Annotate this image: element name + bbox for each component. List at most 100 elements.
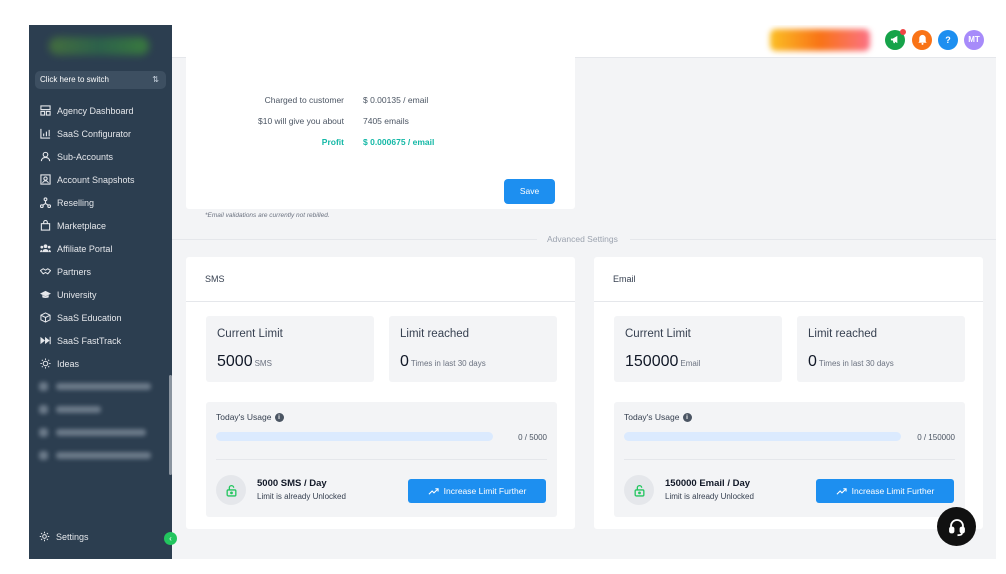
stat-unit: Times in last 30 days (410, 359, 486, 368)
unlock-subtitle: Limit is already Unlocked (257, 492, 346, 501)
account-switcher[interactable]: Click here to switch ⇅ (35, 71, 166, 89)
stat-title: Current Limit (625, 328, 691, 340)
stat-title: Limit reached (400, 328, 470, 340)
sms-panel: SMS Current Limit 5000 SMS Limit reached … (186, 257, 575, 529)
pricing-label: Charged to customer (264, 95, 344, 105)
help-button[interactable]: ? (938, 30, 958, 50)
sidebar-item-reselling[interactable]: Reselling (29, 191, 172, 214)
unlock-subtitle: Limit is already Unlocked (665, 492, 754, 501)
users-icon (39, 243, 51, 255)
agency-logo[interactable] (49, 37, 149, 55)
gear-icon (39, 531, 50, 542)
stat-value: 0 Times in last 30 days (400, 353, 486, 370)
notification-dot (900, 29, 906, 35)
bell-icon (917, 34, 927, 45)
panel-title: SMS (186, 257, 575, 302)
increase-limit-button[interactable]: Increase Limit Further (408, 479, 546, 503)
advanced-settings-divider: Advanced Settings (172, 234, 996, 244)
stat-value: 150000 Email (625, 353, 701, 370)
unlock-icon (624, 475, 654, 505)
sidebar-item-agency-dashboard[interactable]: Agency Dashboard (29, 99, 172, 122)
usage-count: 0 / 150000 (917, 433, 955, 442)
sidebar-item-affiliate-portal[interactable]: Affiliate Portal (29, 237, 172, 260)
sidebar-item-label: Account Snapshots (57, 174, 135, 185)
account-switcher-label: Click here to switch (40, 75, 109, 84)
stat-value: 0 Times in last 30 days (808, 353, 894, 370)
sidebar-item-redacted[interactable] (29, 421, 172, 444)
sidebar-item-label: Agency Dashboard (57, 105, 134, 116)
box-icon (39, 312, 51, 324)
panel-title: Email (594, 257, 983, 302)
sidebar-item-label: Sub-Accounts (57, 151, 114, 162)
stat-unit: Email (680, 359, 701, 368)
sidebar-item-label: Marketplace (57, 220, 107, 231)
save-button[interactable]: Save (504, 179, 555, 204)
todays-usage-card: Today's Usage i 0 / 5000 5000 SMS / Day L… (206, 402, 557, 517)
settings-label: Settings (56, 531, 89, 542)
current-limit-card: Current Limit 5000 SMS (206, 316, 374, 382)
profit-label: Profit (321, 137, 344, 147)
usage-progress-bar (624, 432, 901, 441)
sidebar-item-redacted[interactable] (29, 375, 172, 398)
rebill-note: *Email validations are currently not reb… (205, 212, 330, 219)
sidebar-item-marketplace[interactable]: Marketplace (29, 214, 172, 237)
handshake-icon (39, 266, 51, 278)
email-panel: Email Current Limit 150000 Email Limit re… (594, 257, 983, 529)
redacted-badge[interactable] (770, 29, 870, 51)
sidebar-item-sub-accounts[interactable]: Sub-Accounts (29, 145, 172, 168)
dashboard-icon (39, 105, 51, 117)
bag-icon (39, 220, 51, 232)
support-chat-button[interactable] (937, 507, 976, 546)
sidebar-nav: Agency Dashboard SaaS Configurator Sub-A… (29, 99, 172, 467)
sidebar-item-ideas[interactable]: Ideas (29, 352, 172, 375)
current-limit-card: Current Limit 150000 Email (614, 316, 782, 382)
sidebar-item-account-snapshots[interactable]: Account Snapshots (29, 168, 172, 191)
stat-unit: SMS (254, 359, 272, 368)
sidebar-item-label: SaaS Configurator (57, 128, 132, 139)
app-frame: Click here to switch ⇅ Agency Dashboard … (29, 25, 996, 559)
announcement-button[interactable] (885, 29, 906, 50)
todays-usage-card: Today's Usage i 0 / 150000 150000 Email /… (614, 402, 965, 517)
lightbulb-icon (39, 358, 51, 370)
sidebar-item-partners[interactable]: Partners (29, 260, 172, 283)
increase-limit-button[interactable]: Increase Limit Further (816, 479, 954, 503)
trending-up-icon (836, 487, 847, 495)
sidebar-item-label: Ideas (57, 358, 80, 369)
sidebar-item-redacted[interactable] (29, 398, 172, 421)
megaphone-icon (890, 35, 897, 44)
email-pricing-card: Charged to customer $ 0.00135 / email $1… (186, 50, 575, 219)
stat-title: Limit reached (808, 328, 878, 340)
increase-limit-label: Increase Limit Further (443, 486, 527, 496)
sidebar-item-saas-configurator[interactable]: SaaS Configurator (29, 122, 172, 145)
sidebar-item-saas-fasttrack[interactable]: SaaS FastTrack (29, 329, 172, 352)
unlock-title: 5000 SMS / Day (257, 478, 327, 489)
stat-value: 5000 SMS (217, 353, 272, 370)
info-icon[interactable]: i (682, 412, 692, 422)
sidebar-item-settings[interactable]: Settings (39, 531, 89, 542)
reselling-icon (39, 197, 51, 209)
notifications-button[interactable] (912, 30, 932, 50)
limit-reached-card: Limit reached 0 Times in last 30 days (797, 316, 965, 382)
sidebar-item-label: SaaS FastTrack (57, 335, 122, 346)
avatar[interactable]: MT (964, 30, 984, 50)
sidebar-scrollbar[interactable] (169, 375, 172, 475)
unlock-icon (216, 475, 246, 505)
usage-title: Today's Usage (624, 412, 680, 422)
pricing-value: $ 0.00135 / email (363, 95, 429, 105)
pricing-label: $10 will give you about (257, 116, 344, 126)
sidebar-item-saas-education[interactable]: SaaS Education (29, 306, 172, 329)
sidebar-item-university[interactable]: University (29, 283, 172, 306)
profit-value: $ 0.000675 / email (363, 137, 435, 147)
graduation-icon (39, 289, 51, 301)
usage-progress-bar (216, 432, 493, 441)
chevron-updown-icon: ⇅ (152, 75, 159, 84)
sidebar-item-label: Partners (57, 266, 92, 277)
info-icon[interactable]: i (274, 412, 284, 422)
collapse-sidebar-button[interactable]: ‹ (164, 532, 177, 545)
sidebar-item-redacted[interactable] (29, 444, 172, 467)
advanced-settings-label: Advanced Settings (547, 234, 618, 244)
usage-count: 0 / 5000 (518, 433, 547, 442)
usage-title: Today's Usage (216, 412, 272, 422)
sidebar-item-label: SaaS Education (57, 312, 122, 323)
fast-forward-icon (39, 335, 51, 347)
